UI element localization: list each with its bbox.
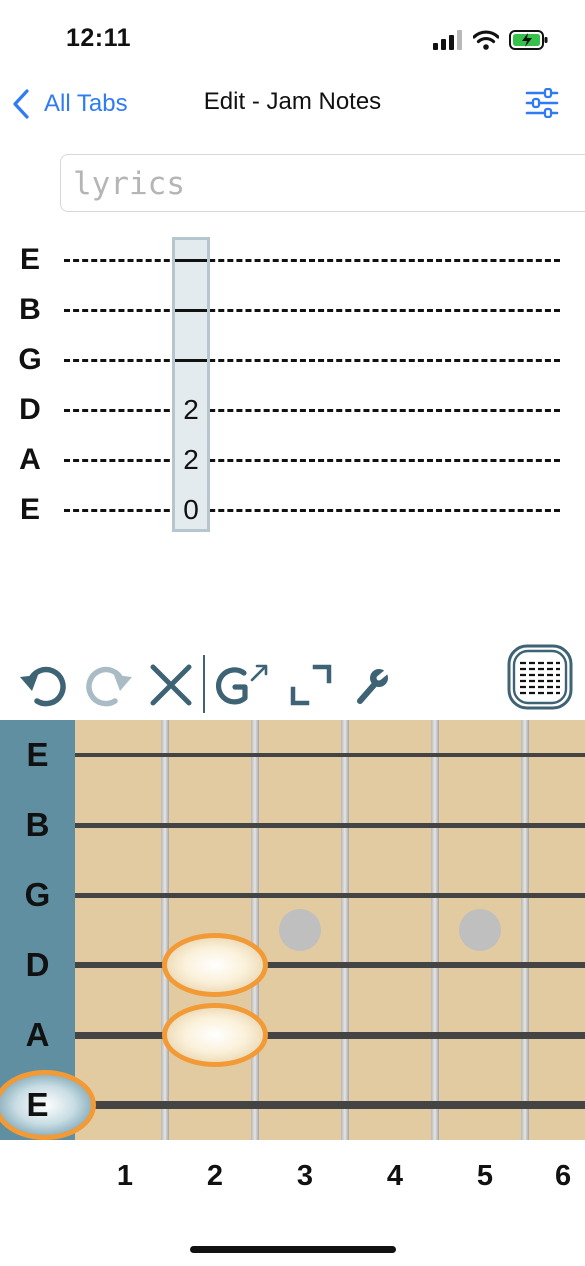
expand-icon — [290, 664, 332, 706]
close-icon — [150, 664, 192, 706]
tab-fret-number: 2 — [175, 394, 207, 426]
fret-number: 6 — [555, 1160, 572, 1192]
tab-string-line — [64, 359, 560, 362]
expand-button[interactable] — [288, 660, 334, 710]
tab-string-line — [64, 509, 560, 512]
fretboard-string-label: G — [24, 876, 51, 913]
undo-button[interactable] — [16, 660, 72, 710]
page-title: Edit - Jam Notes — [203, 88, 382, 115]
fret-inlay-dot — [459, 909, 501, 951]
tab-empty-cell — [175, 359, 207, 362]
fret-number: 3 — [296, 1160, 314, 1192]
fret-wire — [521, 720, 529, 1140]
guitar-string — [75, 753, 585, 757]
tab-view-icon — [507, 644, 573, 710]
tab-string-line — [64, 309, 560, 312]
chord-icon — [215, 664, 268, 705]
redo-button[interactable] — [80, 660, 136, 710]
fret-note-highlight[interactable] — [162, 933, 268, 997]
tab-fret-number: 2 — [175, 444, 207, 476]
tab-string-label: B — [19, 293, 41, 326]
fret-number: 5 — [476, 1160, 494, 1192]
fret-note-highlight[interactable] — [162, 1003, 268, 1067]
guitar-string — [75, 1032, 585, 1039]
redo-icon — [86, 666, 132, 707]
battery-icon — [509, 30, 548, 50]
tab-string-label: A — [19, 443, 41, 476]
fretboard[interactable] — [75, 720, 585, 1140]
tab-string-label: G — [18, 343, 42, 376]
guitar-string — [75, 823, 585, 828]
tab-string-line — [64, 259, 560, 262]
tab-string-label: E — [19, 493, 40, 526]
wrench-icon — [357, 666, 392, 704]
fret-wire — [431, 720, 439, 1140]
lyrics-input[interactable]: lyrics — [60, 154, 585, 212]
fretboard-string-label: D — [25, 946, 50, 983]
tab-string-label: D — [19, 393, 41, 426]
chord-button[interactable] — [214, 660, 270, 710]
settings-button[interactable] — [525, 87, 559, 119]
tab-empty-cell — [175, 259, 207, 262]
home-indicator[interactable] — [190, 1246, 396, 1253]
undo-icon — [20, 666, 66, 707]
clear-button[interactable] — [146, 660, 196, 710]
fret-number: 2 — [206, 1160, 224, 1192]
fret-wire — [251, 720, 259, 1140]
status-time: 12:11 — [66, 24, 132, 52]
tools-button[interactable] — [350, 660, 394, 710]
tab-string-line — [64, 459, 560, 462]
fret-number: 4 — [386, 1160, 404, 1192]
guitar-string — [75, 962, 585, 968]
tab-fret-number: 0 — [175, 494, 207, 526]
signal-icon — [433, 30, 462, 50]
tab-selected-column[interactable] — [172, 237, 210, 532]
fretboard-string-label: B — [25, 806, 50, 843]
tab-empty-cell — [175, 309, 207, 312]
toolbar-divider — [203, 655, 205, 713]
fret-number: 1 — [116, 1160, 134, 1192]
fretboard-string-label: E — [26, 736, 49, 773]
fret-inlay-dot — [279, 909, 321, 951]
fretboard-string-label: A — [25, 1016, 50, 1053]
sliders-icon — [525, 87, 559, 119]
tab-string-line — [64, 409, 560, 412]
wifi-icon — [473, 30, 499, 50]
tab-string-label: E — [19, 243, 40, 276]
tab-view-button[interactable] — [506, 643, 574, 711]
fret-wire — [341, 720, 349, 1140]
status-icons — [433, 28, 549, 52]
guitar-string — [75, 893, 585, 898]
guitar-string — [75, 1101, 585, 1109]
fretboard-string-label: E — [26, 1086, 49, 1123]
fret-wire — [161, 720, 169, 1140]
